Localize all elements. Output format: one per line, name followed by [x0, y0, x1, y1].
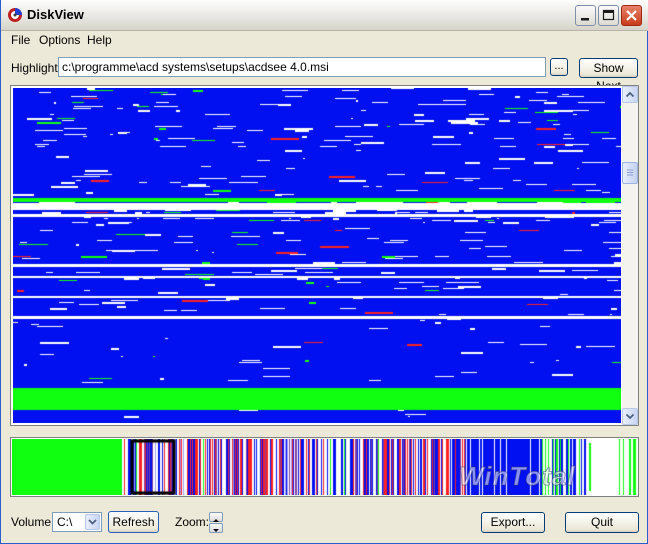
scroll-thumb[interactable] — [622, 162, 638, 184]
close-icon — [626, 10, 637, 21]
highlight-path-input[interactable]: c:\programme\acd systems\setups\acdsee 4… — [58, 57, 546, 77]
export-button[interactable]: Export... — [481, 512, 545, 533]
window-title: DiskView — [27, 7, 84, 22]
zoom-spinner[interactable] — [209, 512, 223, 533]
chevron-up-icon — [625, 91, 635, 98]
menu-options[interactable]: Options — [39, 33, 80, 47]
menu-file[interactable]: File — [11, 33, 30, 47]
disk-map-panel — [10, 85, 639, 426]
scroll-down-button[interactable] — [622, 408, 638, 425]
diskview-app-icon — [8, 8, 22, 22]
chevron-down-icon — [88, 519, 97, 525]
volume-label: Volume: — [11, 515, 55, 529]
arrow-down-icon — [213, 529, 219, 532]
scroll-up-button[interactable] — [622, 86, 638, 103]
zoom-in-button[interactable] — [209, 512, 223, 522]
maximize-button[interactable] — [598, 5, 619, 26]
volume-value: C:\ — [57, 515, 73, 529]
menu-help[interactable]: Help — [87, 33, 112, 47]
watermark: WinTotal — [459, 461, 576, 492]
zoom-label: Zoom: — [175, 515, 210, 529]
disk-cluster-map[interactable] — [13, 88, 621, 423]
volume-dropdown-button[interactable] — [85, 514, 100, 530]
diskview-window: DiskView File Options Help Highlight: c:… — [0, 0, 648, 544]
vertical-scrollbar[interactable] — [622, 86, 638, 425]
menu-bar: File Options Help — [1, 30, 647, 49]
highlight-label: Highlight: — [11, 61, 62, 75]
minimize-icon — [581, 18, 589, 21]
show-next-button[interactable]: Show Next — [579, 58, 638, 93]
browse-button[interactable]: ... — [550, 58, 568, 76]
chevron-down-icon — [625, 413, 635, 420]
refresh-button[interactable]: Refresh — [108, 511, 159, 533]
zoom-out-button[interactable] — [209, 523, 223, 533]
quit-button[interactable]: Quit — [565, 512, 639, 533]
title-bar[interactable]: DiskView — [1, 0, 648, 31]
grip-icon — [627, 169, 633, 176]
minimize-button[interactable] — [575, 5, 596, 26]
volume-select[interactable]: C:\ — [52, 512, 102, 532]
close-button[interactable] — [621, 5, 642, 26]
maximize-icon — [602, 9, 615, 21]
